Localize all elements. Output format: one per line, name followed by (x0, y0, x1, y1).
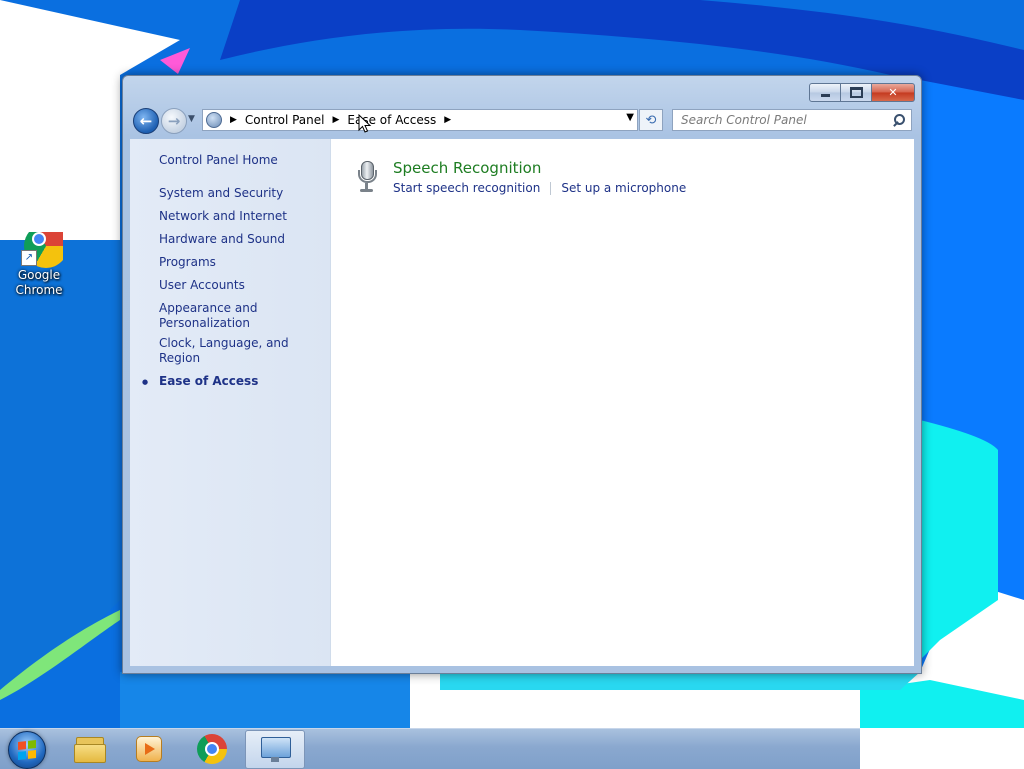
microphone-icon[interactable] (356, 161, 378, 193)
folder-icon (74, 736, 106, 763)
nav-programs[interactable]: Programs (159, 255, 329, 270)
breadcrumb-separator-icon[interactable]: ▶ (333, 115, 340, 125)
minimize-icon (820, 94, 830, 97)
breadcrumb-control-panel[interactable]: Control Panel (245, 113, 325, 127)
taskbar (0, 728, 860, 769)
search-box[interactable] (672, 109, 912, 131)
breadcrumb-separator-icon[interactable]: ▶ (444, 115, 451, 125)
address-history-dropdown-icon[interactable]: ▼ (626, 112, 634, 123)
forward-button[interactable]: → (161, 108, 187, 134)
back-arrow-icon: ← (139, 112, 153, 130)
navigation-bar: ← → ▼ ▶ Control Panel ▶ Ease of Access ▶… (131, 107, 913, 135)
shortcut-arrow-icon: ↗ (21, 250, 37, 266)
nav-control-panel-home[interactable]: Control Panel Home (159, 153, 329, 168)
forward-arrow-icon: → (167, 112, 181, 130)
windows-logo-icon (18, 740, 36, 760)
control-panel-small-icon (206, 112, 222, 128)
set-up-microphone-link[interactable]: Set up a microphone (561, 181, 686, 195)
address-bar[interactable]: ▶ Control Panel ▶ Ease of Access ▶ ▼ (202, 109, 638, 131)
maximize-icon (849, 87, 863, 98)
mouse-cursor-icon (358, 114, 372, 133)
control-panel-icon (260, 736, 291, 763)
taskbar-media-player[interactable] (120, 730, 178, 767)
category-list: Control Panel Home System and Security N… (142, 153, 329, 397)
nav-user-accounts[interactable]: User Accounts (159, 278, 329, 293)
nav-hardware-and-sound[interactable]: Hardware and Sound (159, 232, 329, 247)
taskbar-control-panel[interactable] (245, 730, 305, 769)
chevron-down-icon: ▼ (188, 114, 195, 124)
chrome-icon: ↗ (15, 232, 63, 268)
minimize-button[interactable] (809, 83, 841, 102)
search-icon[interactable] (893, 114, 905, 127)
maximize-button[interactable] (841, 83, 872, 102)
start-button[interactable] (8, 731, 46, 769)
back-button[interactable]: ← (133, 108, 159, 134)
desktop-background-strip (860, 728, 1024, 768)
taskbar-windows-explorer[interactable] (60, 730, 118, 767)
start-speech-recognition-link[interactable]: Start speech recognition (393, 181, 540, 195)
nav-ease-of-access-current: Ease of Access (142, 374, 329, 390)
nav-system-and-security[interactable]: System and Security (159, 186, 329, 201)
speech-recognition-tasks: Start speech recognition Set up a microp… (393, 181, 686, 195)
search-input[interactable] (679, 112, 889, 128)
caption-buttons: ✕ (809, 83, 915, 102)
nav-network-and-internet[interactable]: Network and Internet (159, 209, 329, 224)
media-player-icon (136, 735, 162, 762)
breadcrumb-separator-icon[interactable]: ▶ (230, 115, 237, 125)
recent-pages-dropdown[interactable]: ▼ (188, 114, 195, 124)
close-button[interactable]: ✕ (872, 83, 915, 102)
control-panel-window: ✕ ← → ▼ ▶ Control Panel ▶ Ease of Access… (122, 75, 922, 674)
refresh-icon: ⟲ (645, 112, 657, 128)
desktop-icon-label: Google Chrome (15, 268, 63, 297)
close-icon: ✕ (888, 86, 898, 99)
nav-appearance-and-personalization[interactable]: Appearance and Personalization (159, 301, 269, 331)
nav-clock-language-region[interactable]: Clock, Language, and Region (159, 336, 329, 366)
desktop-icon-google-chrome[interactable]: ↗ Google Chrome (6, 232, 72, 298)
content-pane: Speech Recognition Start speech recognit… (331, 139, 914, 666)
refresh-button[interactable]: ⟲ (639, 109, 663, 131)
taskbar-google-chrome[interactable] (183, 730, 241, 767)
speech-recognition-title[interactable]: Speech Recognition (393, 159, 541, 177)
chrome-icon (197, 733, 227, 764)
navigation-pane: Control Panel Home System and Security N… (130, 139, 331, 666)
link-divider (550, 181, 552, 195)
